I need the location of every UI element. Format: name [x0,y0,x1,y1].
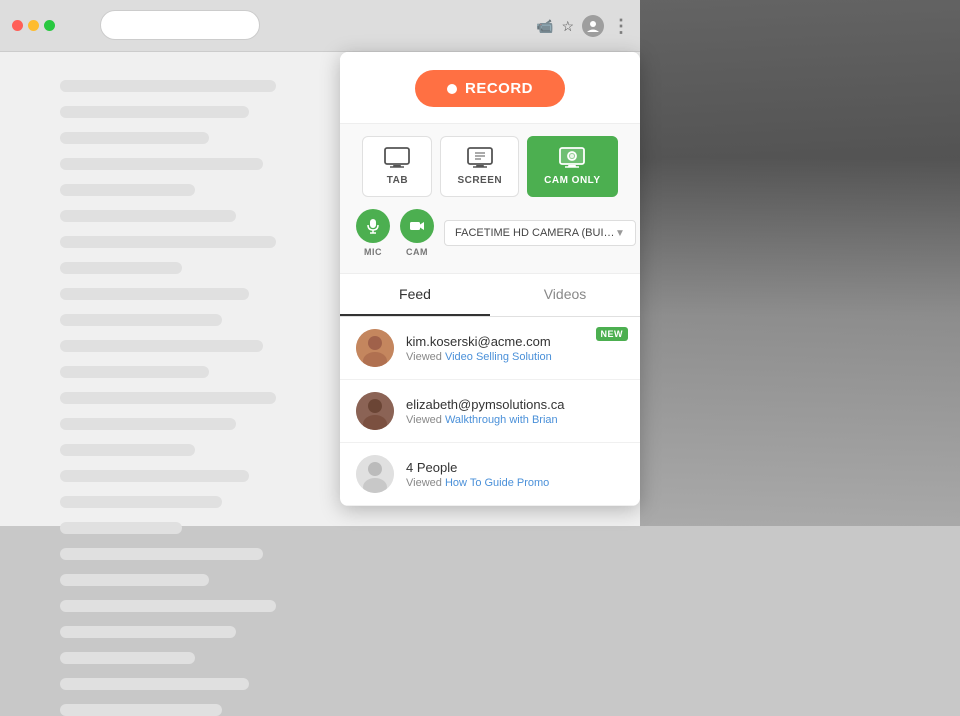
content-line [60,470,249,482]
popup-panel: RECORD TAB [340,52,640,506]
feed-item-info: kim.koserski@acme.com Viewed Video Selli… [406,334,624,363]
content-line [60,678,249,690]
content-line [60,600,276,612]
feed-viewed-text: Viewed Walkthrough with Brian [406,414,624,426]
star-icon[interactable]: ☆ [561,18,574,35]
cam-circle [400,209,434,243]
content-line [60,262,182,274]
close-button[interactable] [12,20,23,31]
camera-device-name: FACETIME HD CAMERA (BUIL... [455,227,615,239]
feed-email: kim.koserski@acme.com [406,334,624,349]
screen-icon [466,147,494,169]
mode-buttons: TAB SCREEN [356,136,624,197]
tab-label: TAB [387,175,408,186]
content-line [60,236,276,248]
avatar [356,329,394,367]
content-line [60,574,209,586]
menu-icon[interactable]: ⋮ [612,17,630,35]
content-line [60,652,195,664]
record-label: RECORD [465,80,533,97]
address-bar[interactable] [100,10,260,40]
screen-label: SCREEN [457,175,502,186]
tab-mode-button[interactable]: TAB [362,136,432,197]
content-line [60,704,222,716]
record-area: RECORD [340,52,640,123]
video-icon[interactable]: 📹 [536,18,553,35]
record-button[interactable]: RECORD [415,70,565,107]
content-line [60,184,195,196]
content-line [60,288,249,300]
feed-item: kim.koserski@acme.com Viewed Video Selli… [340,317,640,380]
tab-videos[interactable]: Videos [490,274,640,316]
minimize-button[interactable] [28,20,39,31]
content-line [60,496,222,508]
content-line [60,340,263,352]
mic-cam-area: MIC CAM FACETIME HD CAMERA (BUIL... ▼ [356,209,624,257]
cam-only-mode-button[interactable]: CAM ONLY [527,136,617,197]
record-dot [447,84,457,94]
feed-item: 4 People Viewed How To Guide Promo [340,443,640,506]
content-line [60,366,209,378]
avatar [356,455,394,493]
cam-label: CAM [406,247,428,257]
content-line [60,106,249,118]
mic-button[interactable]: MIC [356,209,390,257]
feed-item: elizabeth@pymsolutions.ca Viewed Walkthr… [340,380,640,443]
content-line [60,522,182,534]
dropdown-arrow: ▼ [615,228,625,239]
mode-selector: TAB SCREEN [340,123,640,274]
content-line [60,444,195,456]
feed-viewed-text: Viewed Video Selling Solution [406,351,624,363]
camera-dropdown[interactable]: FACETIME HD CAMERA (BUIL... ▼ [444,220,636,246]
cam-only-icon [558,147,586,169]
tab-icon [383,147,411,169]
feed-viewed-text: Viewed How To Guide Promo [406,477,624,489]
maximize-button[interactable] [44,20,55,31]
content-line [60,210,236,222]
mic-label: MIC [364,247,382,257]
content-line [60,80,222,92]
tab-feed[interactable]: Feed [340,274,490,316]
user-avatar-icon[interactable] [582,15,604,37]
feed-item-info: 4 People Viewed How To Guide Promo [406,460,624,489]
mic-circle [356,209,390,243]
feed-list: kim.koserski@acme.com Viewed Video Selli… [340,317,640,506]
extension-icons: 📹 ☆ ⋮ [536,15,630,37]
traffic-lights [12,20,55,31]
content-line [60,132,209,144]
feed-link[interactable]: How To Guide Promo [445,477,549,489]
content-line [60,418,236,430]
content-line [60,392,276,404]
feed-email: elizabeth@pymsolutions.ca [406,397,624,412]
content-line [60,548,263,560]
content-line [60,158,263,170]
new-badge: NEW [596,327,629,341]
feed-item-info: elizabeth@pymsolutions.ca Viewed Walkthr… [406,397,624,426]
feed-link[interactable]: Walkthrough with Brian [445,414,558,426]
content-line [60,314,222,326]
feed-link[interactable]: Video Selling Solution [445,351,552,363]
dark-panel [640,0,960,526]
content-line [60,626,236,638]
feed-email: 4 People [406,460,624,475]
screen-mode-button[interactable]: SCREEN [440,136,519,197]
avatar [356,392,394,430]
tabs-bar: Feed Videos [340,274,640,317]
cam-toggle-button[interactable]: CAM [400,209,434,257]
cam-only-label: CAM ONLY [544,175,600,186]
